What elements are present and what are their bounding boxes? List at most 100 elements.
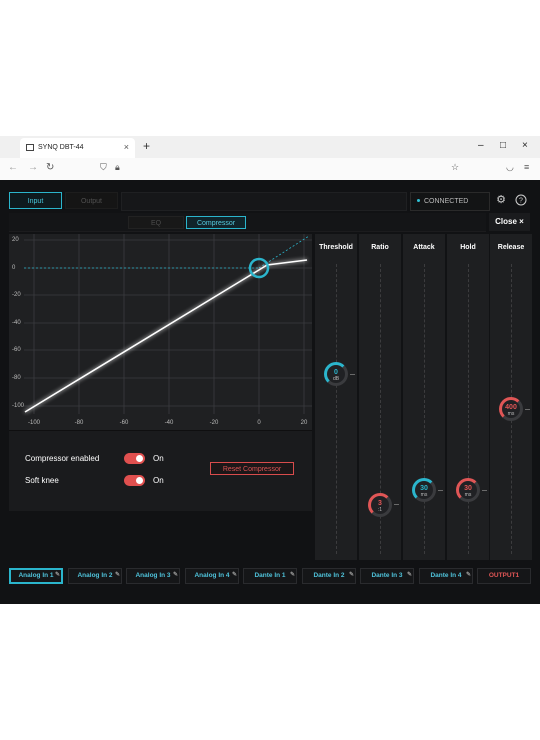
reload-icon[interactable]: ↻ bbox=[46, 162, 54, 173]
connection-status: CONNECTED bbox=[410, 192, 490, 211]
fader-title: Release bbox=[497, 244, 525, 251]
status-text: CONNECTED bbox=[424, 198, 469, 205]
channel-analog-in-1[interactable]: Analog In 1 ✎ bbox=[9, 568, 63, 584]
channel-label: OUTPUT1 bbox=[488, 572, 520, 579]
edit-icon[interactable]: ✎ bbox=[232, 568, 237, 582]
lock-icon[interactable]: 🔒︎ bbox=[115, 162, 120, 173]
fader-tick bbox=[482, 489, 487, 491]
y-tick-label: 20 bbox=[12, 237, 19, 243]
channel-dante-in-3[interactable]: Dante In 3 ✎ bbox=[360, 568, 414, 584]
fader-tick bbox=[394, 504, 399, 506]
fader-handle[interactable]: 0 dB bbox=[324, 362, 348, 387]
y-tick-label: -80 bbox=[12, 375, 21, 381]
compression-curve bbox=[24, 259, 308, 413]
y-tick-label: 0 bbox=[12, 265, 16, 271]
channel-label: Analog In 1 bbox=[18, 572, 54, 579]
channel-label: Dante In 1 bbox=[254, 572, 286, 579]
edit-icon[interactable]: ✎ bbox=[173, 568, 178, 582]
fader-handle[interactable]: 400 ms bbox=[499, 397, 523, 421]
edit-icon[interactable]: ✎ bbox=[290, 568, 295, 582]
channel-analog-in-2[interactable]: Analog In 2 ✎ bbox=[68, 568, 122, 584]
new-tab-icon[interactable]: + bbox=[143, 139, 150, 153]
close-window-icon[interactable]: × bbox=[522, 140, 528, 151]
nav-bar: ← → ↻ ⛉ 🔒︎ ☆ ◡ ≡ bbox=[0, 158, 540, 181]
subtab-strip bbox=[9, 213, 486, 232]
channel-analog-in-3[interactable]: Analog In 3 ✎ bbox=[126, 568, 180, 584]
tab-input[interactable]: Input bbox=[9, 192, 62, 209]
soft-knee-label: Soft knee bbox=[25, 476, 59, 485]
compressor-controls: Compressor enabled On Soft knee On Reset… bbox=[9, 430, 312, 511]
maximize-icon[interactable]: □ bbox=[500, 140, 506, 151]
arrow-forward-icon[interactable]: → bbox=[28, 162, 38, 173]
tab-compressor[interactable]: Compressor bbox=[186, 216, 246, 229]
fader-track[interactable] bbox=[423, 264, 426, 554]
fader-hold[interactable]: Hold 30 ms bbox=[447, 234, 489, 560]
arrow-back-icon[interactable]: ← bbox=[8, 162, 18, 173]
fader-handle[interactable]: 3:1 bbox=[368, 492, 392, 517]
tab-title: SYNQ DBT-44 bbox=[38, 144, 84, 151]
browser-tab[interactable]: SYNQ DBT-44 × bbox=[20, 138, 135, 158]
tab-close-icon[interactable]: × bbox=[124, 142, 129, 152]
fader-tick bbox=[350, 373, 355, 375]
soft-knee-toggle[interactable] bbox=[124, 475, 145, 486]
fader-value: 3 bbox=[378, 499, 382, 507]
fader-release[interactable]: Release 400 ms bbox=[490, 234, 532, 560]
fader-title: Threshold bbox=[319, 244, 353, 251]
edit-icon[interactable]: ✎ bbox=[55, 569, 60, 581]
x-tick-label: -100 bbox=[27, 420, 41, 426]
channel-label: Dante In 3 bbox=[371, 572, 403, 579]
channel-analog-in-4[interactable]: Analog In 4 ✎ bbox=[185, 568, 239, 584]
edit-icon[interactable]: ✎ bbox=[349, 568, 354, 582]
channel-strip: Analog In 1 ✎ Analog In 2 ✎ Analog In 3 ✎ A… bbox=[0, 560, 540, 604]
toggle-knob bbox=[136, 455, 143, 462]
fader-unit: ms bbox=[420, 492, 428, 499]
x-tick-label: -20 bbox=[209, 420, 219, 426]
fader-ratio[interactable]: Ratio 3:1 bbox=[359, 234, 401, 560]
channel-dante-in-4[interactable]: Dante In 4 ✎ bbox=[419, 568, 473, 584]
channel-dante-in-1[interactable]: Dante In 1 ✎ bbox=[243, 568, 297, 584]
reset-compressor-button[interactable]: Reset Compressor bbox=[210, 462, 294, 475]
tab-output[interactable]: Output bbox=[65, 192, 118, 209]
tab-eq[interactable]: EQ bbox=[128, 216, 184, 229]
y-tick-label: -40 bbox=[12, 320, 21, 326]
menu-icon[interactable]: ≡ bbox=[524, 162, 529, 172]
page-icon bbox=[26, 144, 34, 151]
fader-handle[interactable]: 30 ms bbox=[456, 478, 480, 503]
fader-value: 0 bbox=[334, 369, 338, 377]
minimize-icon[interactable]: – bbox=[478, 140, 484, 151]
fader-threshold[interactable]: Threshold 0 dB bbox=[315, 234, 357, 560]
browser-window: SYNQ DBT-44 × + – □ × ← → ↻ ⛉ 🔒︎ ☆ ◡ ≡ I… bbox=[0, 136, 540, 604]
star-icon[interactable]: ☆ bbox=[451, 162, 459, 173]
y-tick-label: -60 bbox=[12, 347, 21, 353]
edit-icon[interactable]: ✎ bbox=[407, 568, 412, 582]
gear-icon[interactable]: ⚙ bbox=[493, 192, 509, 209]
fader-value: 400 bbox=[505, 404, 517, 411]
shield-icon[interactable]: ⛉ bbox=[100, 162, 107, 173]
top-strip bbox=[121, 192, 407, 211]
y-tick-label: -100 bbox=[12, 403, 25, 409]
fader-attack[interactable]: Attack 30 ms bbox=[403, 234, 445, 560]
x-tick-label: 0 bbox=[257, 420, 261, 426]
fader-tick bbox=[438, 489, 443, 491]
x-tick-label: -80 bbox=[74, 420, 84, 426]
channel-label: Analog In 2 bbox=[77, 572, 113, 579]
fader-track[interactable] bbox=[467, 264, 470, 554]
edit-icon[interactable]: ✎ bbox=[115, 568, 120, 582]
fader-tick bbox=[525, 408, 530, 410]
close-button[interactable]: Close × bbox=[489, 213, 530, 231]
fader-value: 30 bbox=[420, 485, 428, 493]
fader-handle[interactable]: 30 ms bbox=[412, 478, 436, 503]
svg-text:?: ? bbox=[519, 198, 523, 205]
edit-icon[interactable]: ✎ bbox=[466, 568, 471, 582]
fader-track[interactable] bbox=[335, 264, 338, 554]
fader-value: 30 bbox=[464, 485, 472, 493]
compressor-graph[interactable]: 20 0 -20 -40 -60 -80 -100 -100 -80 -60 -… bbox=[9, 234, 312, 430]
channel-label: Analog In 3 bbox=[135, 572, 171, 579]
help-icon[interactable]: ? bbox=[513, 192, 529, 209]
channel-output1[interactable]: OUTPUT1 bbox=[477, 568, 531, 584]
x-tick-label: -40 bbox=[164, 420, 174, 426]
pocket-icon[interactable]: ◡ bbox=[506, 162, 514, 173]
channel-dante-in-2[interactable]: Dante In 2 ✎ bbox=[302, 568, 356, 584]
compressor-enabled-toggle[interactable] bbox=[124, 453, 145, 464]
fader-title: Attack bbox=[413, 244, 435, 251]
